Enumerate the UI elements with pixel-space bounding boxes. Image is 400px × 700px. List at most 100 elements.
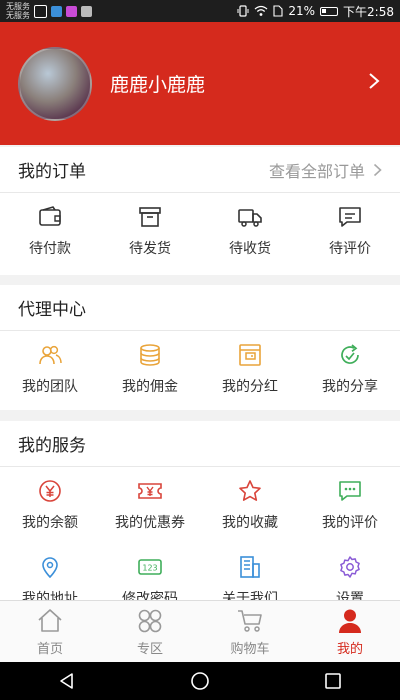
battery-icon [320,6,339,16]
username: 鹿鹿小鹿鹿 [110,74,206,96]
box-icon [139,207,161,227]
service-password[interactable]: 123 修改密码 [100,543,200,600]
agent-share[interactable]: 我的分享 [300,331,400,407]
order-item-label: 待付款 [29,241,71,257]
carrier-line2: 无服务 [6,11,30,20]
service-item-label: 我的评价 [322,515,378,531]
battery-percent: 21% [288,4,316,18]
orders-title: 我的订单 [18,162,86,182]
tiktok-icon [34,4,47,18]
agent-item-label: 我的分享 [322,379,378,395]
view-all-orders-link[interactable]: 查看全部订单 [269,158,382,182]
view-all-orders-label: 查看全部订单 [268,161,365,181]
agent-item-label: 我的团队 [22,379,78,395]
location-icon [42,557,58,579]
carrier-line1: 无服务 [6,2,30,11]
agent-section: 代理中心 我的团队 我的佣金 我的分红 我的分享 [0,285,400,410]
sim-icon [273,5,283,17]
mail-icon [81,5,92,17]
star-icon [239,480,261,501]
service-coupons[interactable]: 我的优惠券 [100,467,200,543]
wallet-icon [39,206,61,226]
order-item-label: 待发货 [129,241,171,257]
service-item-label: 我的优惠券 [115,515,185,531]
tab-zone[interactable]: 专区 [100,601,200,662]
tab-cart[interactable]: 购物车 [200,601,300,662]
order-pending-receipt[interactable]: 待收货 [200,193,300,269]
profile-header[interactable]: 鹿鹿小鹿鹿 [0,22,400,145]
service-item-label: 修改密码 [122,591,178,600]
about-icon [240,556,260,578]
system-nav-bar [0,662,400,700]
recents-icon[interactable] [323,671,343,691]
user-icon [339,609,361,633]
yen-icon [39,480,61,502]
agent-title: 代理中心 [18,300,86,320]
order-item-label: 待评价 [329,241,371,257]
service-item-label: 我的收藏 [222,515,278,531]
tab-label: 购物车 [230,641,270,657]
service-item-label: 我的地址 [22,591,78,600]
home-nav-icon[interactable] [190,671,210,691]
service-reviews[interactable]: 我的评价 [300,467,400,543]
wifi-icon [254,5,268,16]
services-header: 我的服务 [0,421,400,467]
avatar[interactable] [18,46,92,121]
service-item-label: 设置 [336,591,364,600]
services-grid: 我的余额 我的优惠券 我的收藏 我的评价 我的地址 123 修改密码 关于我们 … [0,467,400,600]
service-favorites[interactable]: 我的收藏 [200,467,300,543]
orders-header: 我的订单 查看全部订单 [0,147,400,193]
agent-grid: 我的团队 我的佣金 我的分红 我的分享 [0,331,400,407]
svg-text:123: 123 [142,564,157,573]
service-item-label: 关于我们 [222,591,278,600]
agent-dividend[interactable]: 我的分红 [200,331,300,407]
settings-icon [340,556,360,578]
dividend-icon [239,344,261,366]
carrier-text: 无服务 无服务 [6,2,30,20]
cart-icon [238,609,262,632]
agent-header: 代理中心 [0,285,400,331]
agent-team[interactable]: 我的团队 [0,331,100,407]
order-pending-shipment[interactable]: 待发货 [100,193,200,269]
share-icon [341,344,359,364]
agent-item-label: 我的佣金 [122,379,178,395]
home-icon [38,608,62,632]
comment-icon [339,207,361,227]
status-right: 21% 下午2:58 [237,3,394,20]
order-pending-payment[interactable]: 待付款 [0,193,100,269]
clock: 下午2:58 [343,4,394,19]
review-icon [339,481,361,501]
agent-commission[interactable]: 我的佣金 [100,331,200,407]
coupon-icon [138,483,162,499]
service-settings[interactable]: 设置 [300,543,400,600]
app-icon [66,5,77,17]
gallery-icon [51,5,62,17]
tab-label: 首页 [36,641,63,657]
chevron-right-icon [373,163,382,176]
team-icon [39,345,62,365]
coins-icon [140,344,160,366]
status-bar: 无服务 无服务 21% 下午2:58 [0,0,400,22]
status-left: 无服务 无服务 [6,2,92,20]
order-item-label: 待收货 [229,241,271,257]
orders-section: 我的订单 查看全部订单 待付款 待发货 待收货 待评价 [0,147,400,275]
agent-item-label: 我的分红 [222,379,278,395]
tab-label: 我的 [336,641,363,657]
service-balance[interactable]: 我的余额 [0,467,100,543]
vibrate-icon [237,5,249,17]
tab-label: 专区 [136,641,163,657]
back-icon[interactable] [57,671,77,691]
password-icon: 123 [138,559,162,575]
service-address[interactable]: 我的地址 [0,543,100,600]
service-item-label: 我的余额 [22,515,78,531]
tab-mine[interactable]: 我的 [300,601,400,662]
truck-icon [238,209,262,227]
services-title: 我的服务 [18,436,86,456]
services-section: 我的服务 我的余额 我的优惠券 我的收藏 我的评价 我的地址 123 修改密码 … [0,421,400,600]
chevron-right-icon[interactable] [368,71,380,96]
service-about[interactable]: 关于我们 [200,543,300,600]
tab-home[interactable]: 首页 [0,601,100,662]
order-pending-review[interactable]: 待评价 [300,193,400,269]
bottom-tab-bar: 首页 专区 购物车 我的 [0,600,400,662]
orders-grid: 待付款 待发货 待收货 待评价 [0,193,400,269]
